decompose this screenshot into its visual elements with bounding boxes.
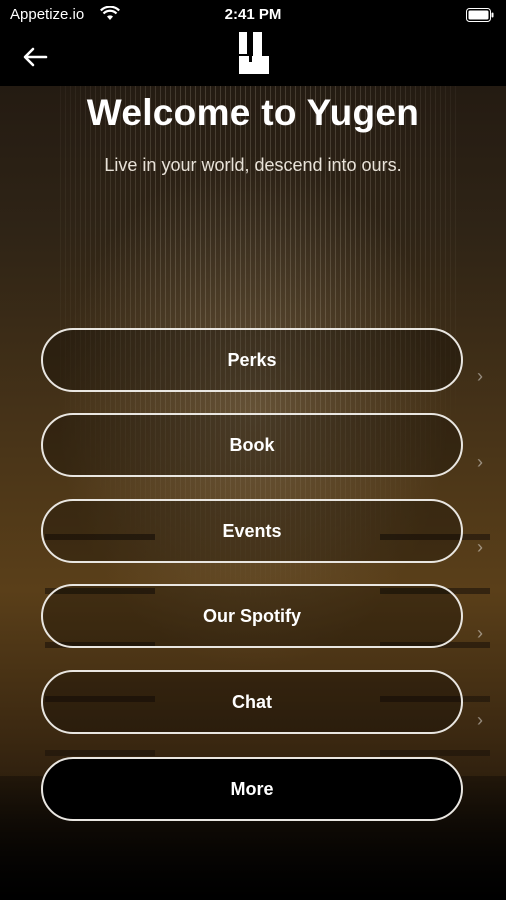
chevron-right-icon: › (477, 710, 483, 730)
page-title: Welcome to Yugen (86, 92, 420, 133)
our-spotify-button[interactable]: Our Spotify (41, 584, 463, 648)
chevron-right-icon: › (477, 366, 483, 386)
book-button[interactable]: Book (41, 413, 463, 477)
chevron-right-icon: › (477, 623, 483, 643)
status-bar: Appetize.io 2:41 PM (0, 0, 506, 30)
nav-bar (0, 30, 506, 86)
page-subtitle: Live in your world, descend into ours. (104, 155, 402, 175)
more-button[interactable]: More (41, 757, 463, 821)
chat-button[interactable]: Chat (41, 670, 463, 734)
events-button[interactable]: Events (41, 499, 463, 563)
yugen-logo-icon (239, 32, 269, 79)
chevron-right-icon: › (477, 537, 483, 557)
clock: 2:41 PM (224, 6, 282, 23)
battery-icon (466, 8, 494, 27)
perks-button[interactable]: Perks (41, 328, 463, 392)
arrow-left-icon[interactable] (22, 46, 48, 73)
chevron-right-icon: › (477, 452, 483, 472)
